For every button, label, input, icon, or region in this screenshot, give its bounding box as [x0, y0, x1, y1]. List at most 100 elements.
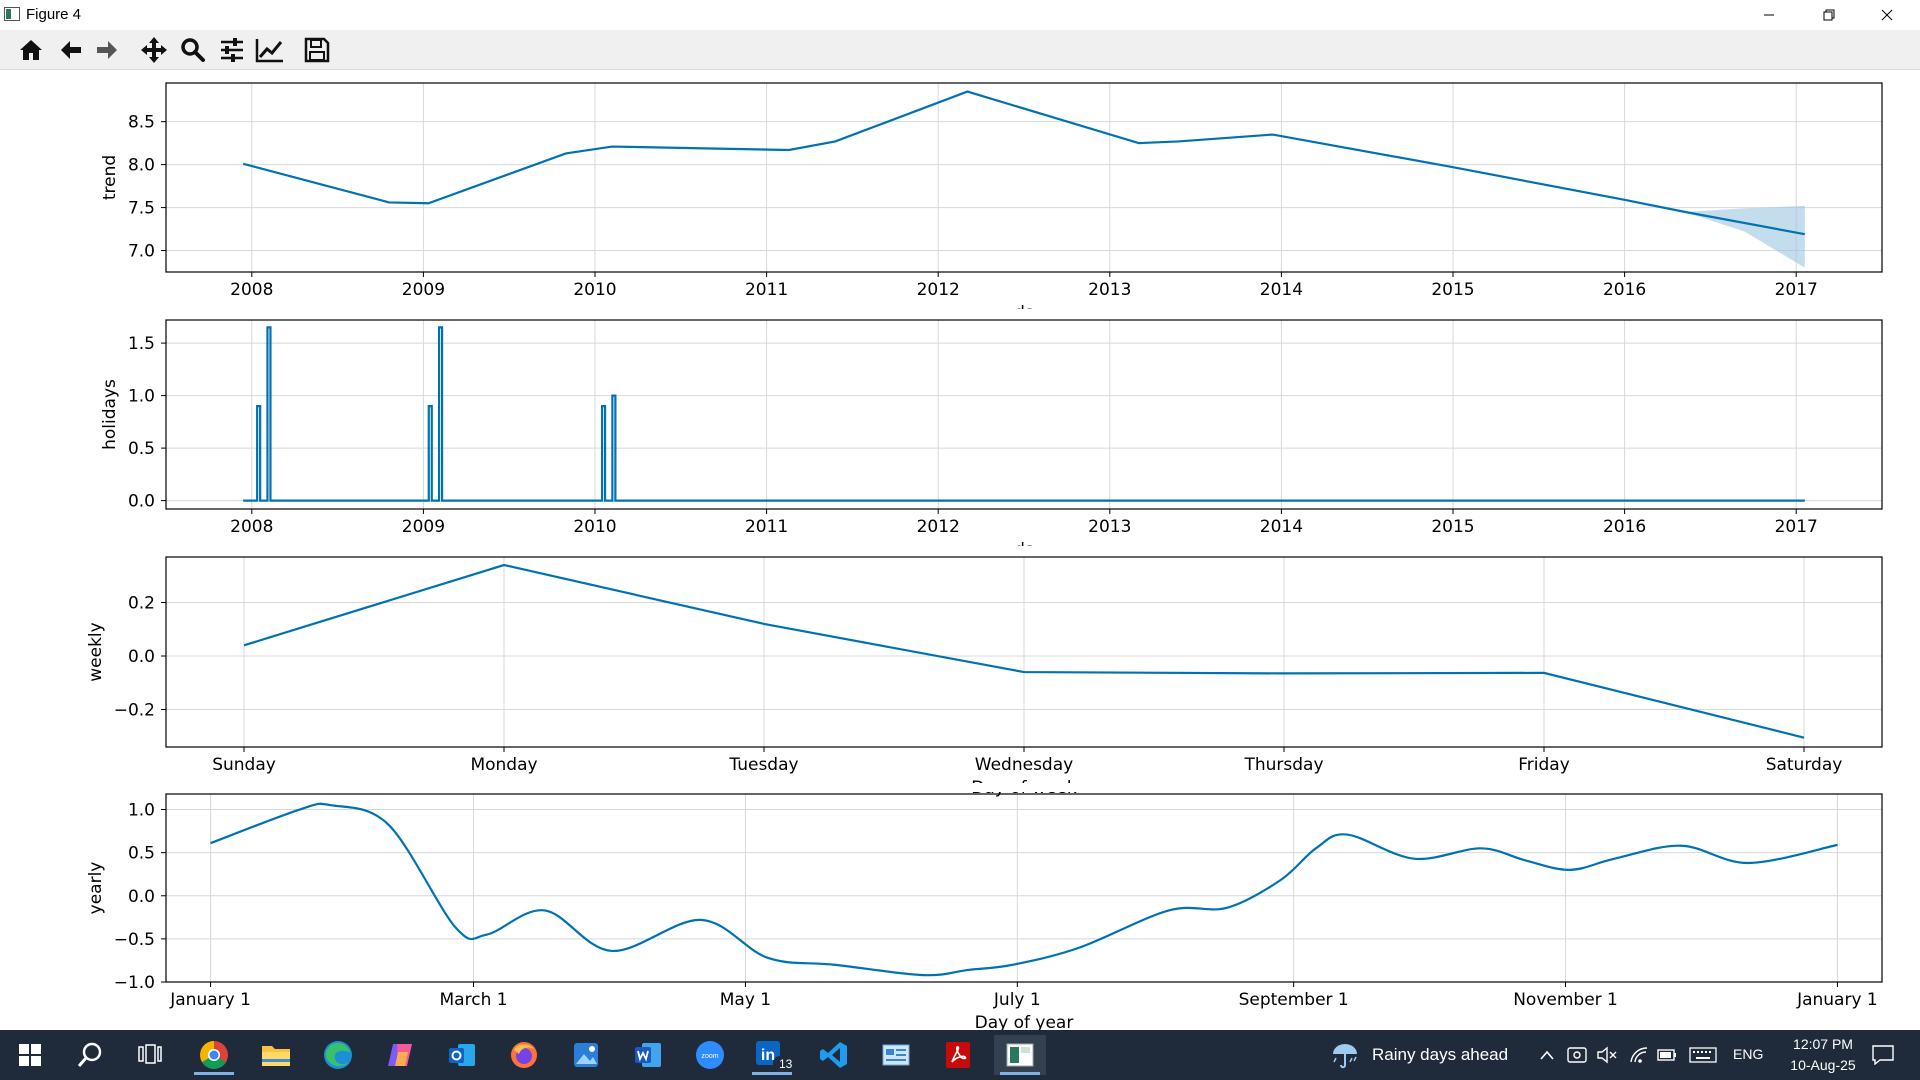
battery-icon[interactable]	[1656, 1044, 1678, 1066]
x-tick-label: January 1	[1796, 990, 1878, 1010]
x-tick-label: 2016	[1603, 517, 1646, 537]
x-tick-label: 2011	[745, 517, 788, 537]
volume-muted-icon[interactable]	[1596, 1044, 1618, 1066]
x-tick-label: 2013	[1088, 280, 1131, 300]
photos-icon	[574, 1043, 598, 1067]
components-plot: 2008 2009 2010 2011 2012 2013 2014 2015 2016 2017…	[0, 82, 1920, 1031]
zoom-app-icon: zoom	[696, 1041, 724, 1069]
minimize-button[interactable]	[1740, 0, 1798, 30]
y-tick-label: 8.0	[128, 156, 155, 176]
back-button[interactable]	[54, 34, 88, 66]
search-icon	[77, 1042, 102, 1067]
x-tick-label: March 1	[440, 990, 508, 1010]
figure-window-icon	[1006, 1043, 1034, 1067]
x-tick-label: 2008	[230, 517, 273, 537]
taskbar-outlook[interactable]	[436, 1035, 488, 1075]
search-button[interactable]	[64, 1035, 116, 1075]
chrome-icon	[200, 1041, 228, 1069]
close-button[interactable]	[1858, 0, 1916, 30]
y-tick-label: 7.5	[128, 199, 155, 219]
weather-icon[interactable]	[1330, 1040, 1360, 1070]
x-tick-label: November 1	[1513, 990, 1618, 1010]
subplot-weekly: Sunday Monday Tuesday Wednesday Thursday Frid…	[86, 556, 1883, 798]
pan-move-icon	[141, 37, 167, 63]
taskbar-photos[interactable]	[560, 1035, 612, 1075]
taskbar-chrome[interactable]	[188, 1035, 240, 1075]
save-floppy-icon	[304, 37, 330, 63]
edit-axis-button[interactable]	[253, 34, 287, 66]
configure-subplots-icon	[221, 38, 243, 62]
close-icon	[1881, 9, 1893, 21]
edge-icon	[324, 1041, 352, 1069]
start-button[interactable]	[4, 1035, 56, 1075]
restore-icon	[1823, 9, 1835, 21]
trend-series-line	[242, 90, 1805, 236]
taskbar-file-explorer[interactable]	[250, 1035, 302, 1075]
y-axis-label: holidays	[100, 379, 120, 450]
x-tick-label: 2014	[1260, 517, 1303, 537]
folder-icon	[262, 1046, 290, 1066]
x-tick-label: 2009	[402, 280, 445, 300]
x-tick-label: Friday	[1518, 755, 1570, 775]
x-tick-label: 2014	[1260, 280, 1303, 300]
pan-button[interactable]	[137, 34, 171, 66]
taskbar-copilot[interactable]	[374, 1035, 426, 1075]
subplot-trend: 2008 2009 2010 2011 2012 2013 2014 2015 2016 2017…	[100, 82, 1883, 323]
taskbar-word[interactable]	[622, 1035, 674, 1075]
zoom-magnifier-icon	[181, 38, 205, 62]
y-tick-label: −0.2	[114, 701, 155, 721]
y-tick-label: 0.0	[128, 492, 155, 512]
copilot-icon	[388, 1044, 412, 1066]
zoom-button[interactable]	[176, 34, 210, 66]
y-tick-label: −1.0	[114, 973, 155, 993]
taskbar-edge[interactable]	[312, 1035, 364, 1075]
taskbar-vscode[interactable]	[808, 1035, 860, 1075]
weather-text[interactable]: Rainy days ahead	[1372, 1045, 1508, 1065]
clock-time[interactable]: 12:07 PM	[1778, 1036, 1868, 1052]
yearly-series-line	[210, 802, 1838, 977]
network-wifi-icon[interactable]	[1628, 1044, 1650, 1066]
input-language-indicator[interactable]: ENG	[1733, 1046, 1763, 1062]
forward-button[interactable]	[90, 34, 124, 66]
y-tick-label: 0.5	[128, 844, 155, 864]
subplot-gap	[0, 309, 1920, 318]
minimize-icon	[1764, 14, 1774, 16]
y-axis-label: yearly	[86, 862, 106, 915]
notifications-icon[interactable]	[1868, 1044, 1898, 1066]
configure-subplots-button[interactable]	[215, 34, 249, 66]
subplot-holidays: 2008 2009 2010 2011 2012 2013 2014 2015 2016 2017…	[100, 319, 1883, 560]
x-tick-label: January 1	[169, 990, 251, 1010]
forward-arrow-icon	[97, 41, 117, 59]
x-axis-label: Day of year	[975, 1013, 1074, 1031]
x-tick-label: Sunday	[212, 755, 276, 775]
y-tick-label: 0.5	[128, 439, 155, 459]
clock-date[interactable]: 10-Aug-25	[1778, 1057, 1868, 1073]
x-tick-label: 2015	[1431, 517, 1474, 537]
taskbar-control-panel[interactable]	[870, 1035, 922, 1075]
task-view-button[interactable]	[124, 1035, 176, 1075]
taskbar-zoom[interactable]: zoom	[684, 1035, 736, 1075]
linkedin-notification-badge: 13	[779, 1057, 793, 1071]
figure-canvas[interactable]: 2008 2009 2010 2011 2012 2013 2014 2015 2016 2017…	[0, 71, 1920, 1031]
save-button[interactable]	[300, 34, 334, 66]
y-tick-label: 0.0	[128, 887, 155, 907]
acrobat-icon	[946, 1042, 970, 1068]
restore-button[interactable]	[1800, 0, 1858, 30]
x-tick-label: 2008	[230, 280, 273, 300]
x-tick-label: 2011	[745, 280, 788, 300]
vscode-icon	[820, 1042, 847, 1068]
x-tick-label: 2016	[1603, 280, 1646, 300]
x-tick-label: Tuesday	[728, 755, 798, 775]
taskbar-acrobat[interactable]	[932, 1035, 984, 1075]
subplot-gap	[0, 546, 1920, 555]
y-tick-label: 1.0	[128, 387, 155, 407]
meet-now-icon[interactable]	[1566, 1044, 1588, 1066]
touch-keyboard-icon[interactable]	[1688, 1044, 1718, 1066]
show-hidden-icons-chevron-up-icon[interactable]	[1536, 1044, 1558, 1066]
x-tick-label: 2017	[1775, 280, 1818, 300]
taskbar-figure-window[interactable]	[994, 1035, 1046, 1075]
taskbar-firefox[interactable]	[498, 1035, 550, 1075]
taskbar-linkedin[interactable]: in 13	[746, 1035, 798, 1075]
home-button[interactable]	[14, 34, 48, 66]
control-panel-icon	[882, 1044, 910, 1066]
